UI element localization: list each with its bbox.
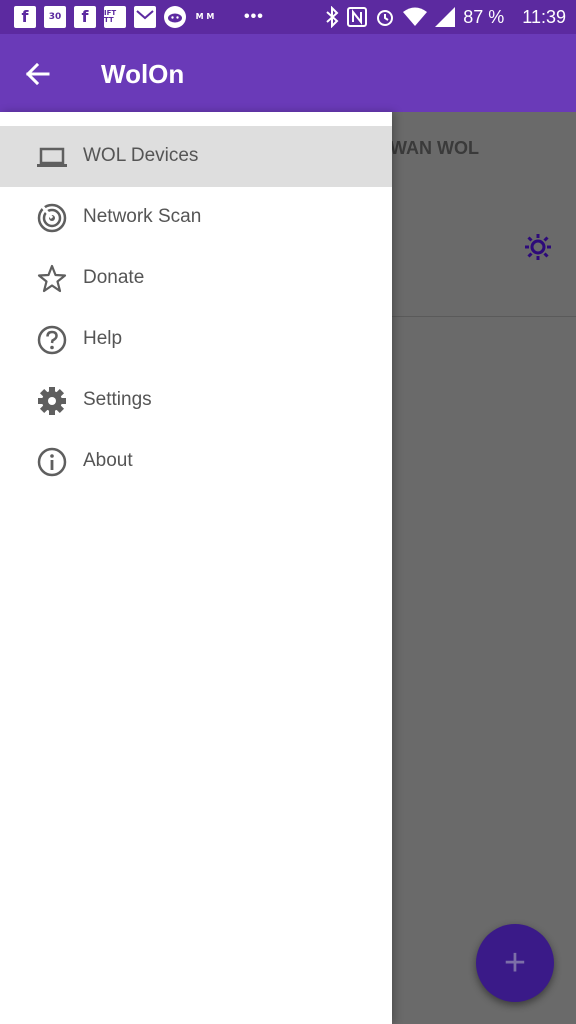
ifttt-icon: IFT TT xyxy=(104,6,126,28)
facebook-icon: f xyxy=(74,6,96,28)
reddit-icon xyxy=(164,6,186,28)
clock: 11:39 xyxy=(522,6,566,27)
facebook-icon: f xyxy=(14,6,36,28)
system-indicators: 87 % 11:39 xyxy=(325,6,566,28)
drawer-item-label: Donate xyxy=(83,267,145,288)
bluetooth-icon xyxy=(326,6,339,28)
drawer-item-label: Network Scan xyxy=(83,206,202,227)
drawer-menu: WOL Devices Network Scan Donate Help Set… xyxy=(0,126,392,492)
content-divider xyxy=(392,316,576,317)
add-device-button[interactable]: + xyxy=(476,924,554,1002)
navigation-drawer: WOL Devices Network Scan Donate Help Set… xyxy=(0,112,392,1024)
drawer-item-about[interactable]: About xyxy=(0,431,392,492)
notification-icons: f 30 f IFT TT M M ••• xyxy=(14,6,264,28)
drawer-item-wol-devices[interactable]: WOL Devices xyxy=(0,126,392,187)
mm-icon: M M xyxy=(195,12,215,21)
drawer-item-label: Settings xyxy=(83,389,152,410)
radar-icon xyxy=(37,203,67,233)
laptop-icon xyxy=(37,147,67,167)
gear-icon xyxy=(38,387,66,415)
brightness-icon xyxy=(525,234,551,260)
drawer-item-label: About xyxy=(83,450,133,471)
info-icon xyxy=(37,447,67,477)
battery-percent: 87 % xyxy=(463,6,505,27)
drawer-item-label: Help xyxy=(83,328,123,349)
back-arrow-icon[interactable] xyxy=(22,58,54,90)
signal-icon xyxy=(435,7,456,27)
calendar-icon: 30 xyxy=(44,6,66,28)
nfc-icon xyxy=(347,7,368,27)
gmail-icon xyxy=(134,6,156,28)
status-bar: f 30 f IFT TT M M ••• 87 % 11:39 xyxy=(0,0,576,34)
alarm-icon xyxy=(377,10,394,26)
drawer-item-settings[interactable]: Settings xyxy=(0,370,392,431)
drawer-item-label: WOL Devices xyxy=(83,145,199,166)
help-icon xyxy=(37,325,67,355)
drawer-item-help[interactable]: Help xyxy=(0,309,392,370)
app-bar: WolOn xyxy=(0,34,576,112)
tab-wan-wol: WAN WOL xyxy=(390,138,479,158)
overflow-indicator: ••• xyxy=(244,8,264,25)
wifi-icon xyxy=(403,7,428,26)
star-icon xyxy=(37,264,67,293)
app-title: WolOn xyxy=(101,59,185,89)
drawer-item-donate[interactable]: Donate xyxy=(0,248,392,309)
drawer-item-network-scan[interactable]: Network Scan xyxy=(0,187,392,248)
